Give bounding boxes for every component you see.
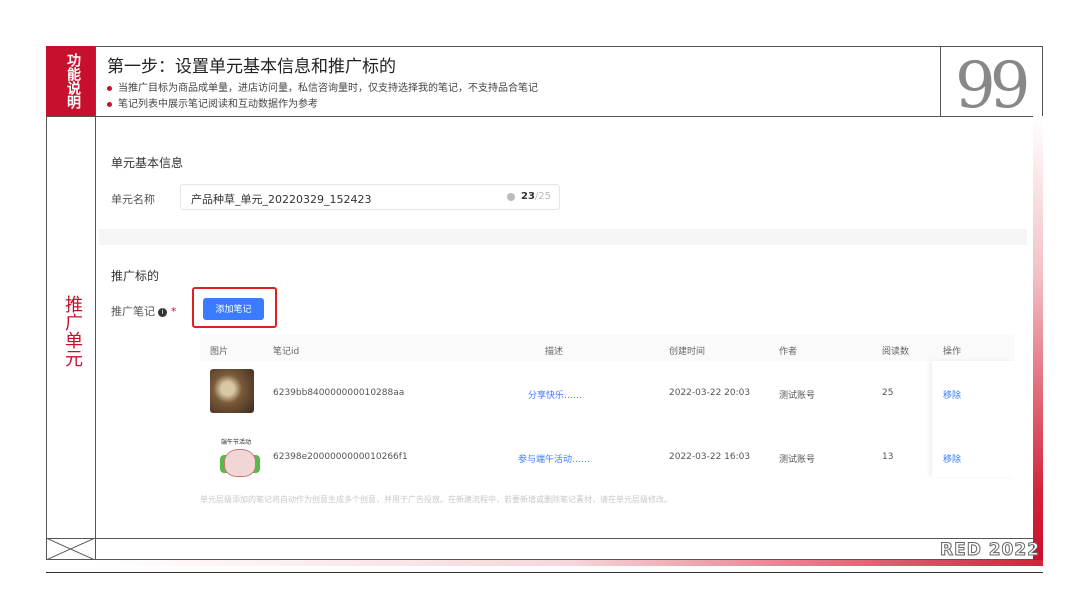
required-mark: * bbox=[171, 305, 177, 318]
promo-note-label: 推广笔记 i * bbox=[111, 303, 177, 319]
frame-divider-vertical bbox=[95, 46, 96, 560]
bullet-text: 当推广目标为商品成单量，进店访问量，私信咨询量时，仅支持选择我的笔记，不支持品合… bbox=[118, 83, 538, 94]
promo-note-label-text: 推广笔记 bbox=[111, 305, 155, 318]
table-header: 图片 笔记id 描述 创建时间 作者 阅读数 操作 bbox=[200, 334, 1015, 361]
char-max: /25 bbox=[534, 191, 552, 202]
note-desc-link[interactable]: 参与端午活动…… bbox=[518, 452, 590, 465]
footnote: 单元层级添加的笔记将自动作为创意生成多个创意，并用于广告投放。在新建流程中，若要… bbox=[200, 495, 672, 504]
note-thumbnail bbox=[210, 369, 254, 413]
cross-cell-icon bbox=[46, 538, 95, 560]
col-author: 作者 bbox=[779, 347, 798, 357]
note-id: 62398e2000000000010266f1 bbox=[273, 452, 408, 462]
unit-name-value: 产品种草_单元_20220329_152423 bbox=[191, 193, 372, 206]
note-id: 6239bb840000000010288aa bbox=[273, 388, 405, 398]
quote-icon: 99 bbox=[955, 49, 1030, 123]
col-image: 图片 bbox=[210, 347, 229, 357]
side-label-promo-unit: 推广单元 bbox=[62, 295, 83, 367]
bullet-item: 当推广目标为商品成单量，进店访问量，私信咨询量时，仅支持选择我的笔记，不支持品合… bbox=[107, 79, 538, 94]
red-accent-bottom bbox=[96, 560, 1043, 566]
section-title-basic-info: 单元基本信息 bbox=[111, 156, 184, 170]
char-counter: 23/25 bbox=[521, 191, 551, 202]
col-created: 创建时间 bbox=[669, 347, 706, 357]
read-count: 13 bbox=[882, 452, 894, 462]
col-desc: 描述 bbox=[545, 347, 564, 357]
col-note-id: 笔记id bbox=[273, 347, 300, 357]
bullet-text: 笔记列表中展示笔记阅读和互动数据作为参考 bbox=[118, 99, 318, 110]
frame-divider-bottom bbox=[46, 538, 1033, 539]
created-time: 2022-03-22 20:03 bbox=[669, 388, 751, 398]
thumb-caption: 端午节活动 bbox=[221, 439, 252, 446]
page-title: 第一步：设置单元基本信息和推广标的 bbox=[107, 57, 396, 77]
remove-link[interactable]: 移除 bbox=[943, 388, 961, 401]
bullet-dot-icon bbox=[107, 101, 112, 107]
note-desc-link[interactable]: 分享快乐…… bbox=[528, 388, 582, 401]
char-count: 23 bbox=[521, 191, 535, 202]
thumb-figure bbox=[224, 449, 256, 477]
note-thumbnail: 端午节活动 bbox=[210, 433, 260, 477]
add-note-button[interactable]: 添加笔记 bbox=[203, 298, 264, 320]
side-label-feature: 功能说明 bbox=[65, 53, 81, 109]
section-divider bbox=[99, 229, 1027, 245]
brand-logo: RED 2022 bbox=[939, 540, 1041, 561]
bullet-item: 笔记列表中展示笔记阅读和互动数据作为参考 bbox=[107, 95, 318, 110]
unit-name-label: 单元名称 bbox=[111, 193, 155, 206]
section-title-target: 推广标的 bbox=[111, 269, 160, 283]
info-icon[interactable]: i bbox=[158, 307, 167, 317]
author: 测试账号 bbox=[779, 391, 816, 401]
col-reads: 阅读数 bbox=[882, 347, 910, 357]
read-count: 25 bbox=[882, 388, 894, 398]
unit-name-input[interactable]: 产品种草_单元_20220329_152423 23/25 bbox=[180, 184, 560, 210]
bullet-dot-icon bbox=[107, 85, 112, 91]
created-time: 2022-03-22 16:03 bbox=[669, 452, 751, 462]
table-row: 端午节活动 62398e2000000000010266f1 参与端午活动…… … bbox=[200, 428, 1015, 488]
bottom-rule bbox=[46, 572, 1043, 573]
remove-link[interactable]: 移除 bbox=[943, 452, 961, 465]
col-actions: 操作 bbox=[943, 347, 962, 357]
red-accent-edge bbox=[1033, 116, 1043, 560]
table-row: 6239bb840000000010288aa 分享快乐…… 2022-03-2… bbox=[200, 364, 1015, 424]
author: 测试账号 bbox=[779, 455, 816, 465]
clear-icon[interactable] bbox=[507, 193, 515, 201]
frame-divider-top bbox=[46, 116, 1033, 117]
